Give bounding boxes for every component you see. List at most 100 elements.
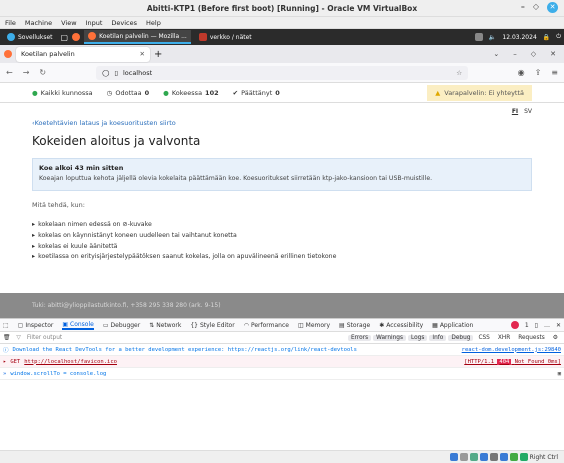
filter-input[interactable]: Filter output xyxy=(27,335,62,341)
lang-sv-link[interactable]: SV xyxy=(524,108,532,115)
filter-debug[interactable]: Debug xyxy=(448,334,474,341)
maximize-icon[interactable]: ◇ xyxy=(533,2,539,13)
menu-view[interactable]: View xyxy=(61,19,76,27)
status-in-exam-label: Kokeessa xyxy=(171,88,203,97)
prompt-chevron-icon: » xyxy=(3,370,7,377)
shared-folders-icon[interactable] xyxy=(499,453,508,461)
close-icon[interactable]: ✕ xyxy=(550,50,556,58)
menu-devices[interactable]: Devices xyxy=(111,19,137,27)
log-source-link[interactable]: react-dom.development.js:29840 xyxy=(462,347,561,353)
list-item[interactable]: ▸ kokelas ei kuule äänitettä xyxy=(32,243,336,250)
recording-icon[interactable] xyxy=(519,453,528,461)
status-finished-count: 0 xyxy=(275,88,280,97)
filter-css[interactable]: CSS xyxy=(475,335,492,341)
close-devtools-icon[interactable]: ✕ xyxy=(556,322,561,329)
expand-arrow-icon[interactable]: ▸ xyxy=(3,359,6,365)
tab-label: Storage xyxy=(346,321,371,329)
filter-info[interactable]: Info xyxy=(429,334,447,341)
settings-gear-icon[interactable]: ⚙ xyxy=(550,335,561,341)
page-title: Kokeiden aloitus ja valvonta xyxy=(32,134,201,148)
taskbar-item-terminal[interactable]: verkko / nätet xyxy=(195,30,256,44)
tab-inspector[interactable]: ▢ Inspector xyxy=(18,322,54,329)
tab-storage[interactable]: ▤ Storage xyxy=(339,322,370,329)
tab-network[interactable]: ⇅ Network xyxy=(149,322,181,329)
back-icon[interactable]: ← xyxy=(6,68,13,77)
status-finished-label: Päättänyt xyxy=(241,88,273,97)
hamburger-menu-icon[interactable]: ≡ xyxy=(551,68,558,77)
firefox-icon xyxy=(88,32,97,40)
lock-icon[interactable]: 🔒 xyxy=(543,34,550,41)
forward-icon[interactable]: → xyxy=(23,68,30,77)
network-adapter-icon[interactable] xyxy=(479,453,488,461)
usb-icon[interactable] xyxy=(489,453,498,461)
console-log-input: » window.scrollTo = console.log ▣ xyxy=(0,368,564,380)
error-count[interactable]: 1 xyxy=(525,322,529,329)
close-tab-icon[interactable]: ✕ xyxy=(140,50,145,58)
url-text: localhost xyxy=(122,68,153,77)
menu-input[interactable]: Input xyxy=(86,19,103,27)
audio-icon[interactable] xyxy=(469,453,478,461)
menu-file[interactable]: File xyxy=(5,19,16,27)
minimize-icon[interactable]: – xyxy=(513,50,517,58)
log-text[interactable]: window.scrollTo = console.log xyxy=(10,371,106,377)
responsive-icon[interactable]: ▯ xyxy=(535,322,538,329)
warning-icon: ▲ xyxy=(435,89,441,97)
new-tab-button[interactable]: + xyxy=(154,49,162,60)
more-icon[interactable]: … xyxy=(544,322,550,329)
hdd-icon[interactable] xyxy=(449,453,458,461)
filter-warnings[interactable]: Warnings xyxy=(373,334,406,341)
log-status-text: Not Found 0ms] xyxy=(514,358,561,365)
backup-server-warning: ▲ Varapalvelin: Ei yhteyttä xyxy=(427,85,532,101)
tab-accessibility[interactable]: ✱ Accessibility xyxy=(379,322,423,329)
tab-label: Network xyxy=(156,321,182,329)
desktop-icon[interactable]: ▢ xyxy=(61,33,69,42)
trash-icon[interactable]: 🗑 xyxy=(3,335,10,341)
close-icon[interactable]: ✕ xyxy=(547,2,558,13)
filter-logs[interactable]: Logs xyxy=(408,334,428,341)
menu-machine[interactable]: Machine xyxy=(25,19,52,27)
apps-menu-button[interactable]: Sovellukset xyxy=(3,30,57,44)
filter-requests[interactable]: Requests xyxy=(515,335,548,341)
firefox-view-icon[interactable] xyxy=(4,50,12,58)
console-log-react: ⓘ Download the React DevTools for a bett… xyxy=(0,344,564,356)
tab-style-editor[interactable]: {} Style Editor xyxy=(190,322,234,329)
green-dot-icon: ● xyxy=(163,88,169,97)
log-method: GET xyxy=(10,358,21,365)
vbox-status-bar: Right Ctrl xyxy=(0,450,564,463)
filter-errors[interactable]: Errors xyxy=(347,334,372,341)
firefox-icon[interactable] xyxy=(72,33,81,41)
menu-help[interactable]: Help xyxy=(146,19,161,27)
tab-debugger[interactable]: ▭ Debugger xyxy=(103,322,140,329)
network-icon[interactable] xyxy=(474,33,483,41)
list-item[interactable]: ▸ kokelas on käynnistänyt koneen uudellee… xyxy=(32,232,336,239)
display-icon[interactable] xyxy=(509,453,518,461)
tab-console[interactable]: ▣ Console xyxy=(62,321,94,330)
list-item[interactable]: ▸ koetilassa on erityisjärjestelypäätökse… xyxy=(32,253,336,260)
share-icon[interactable]: ⇪ xyxy=(535,68,542,77)
lang-fi-link[interactable]: FI xyxy=(512,108,518,115)
back-link[interactable]: ‹Koetehtävien lataus ja koesuoritusten s… xyxy=(32,119,176,127)
tab-memory[interactable]: ◫ Memory xyxy=(298,322,330,329)
log-url-link[interactable]: http://localhost/favicon.ico xyxy=(24,359,117,365)
list-tabs-icon[interactable]: ⌄ xyxy=(493,50,499,58)
reload-icon[interactable]: ↻ xyxy=(39,68,46,77)
split-console-icon[interactable]: ▣ xyxy=(558,371,561,377)
taskbar-item-firefox[interactable]: Koetilan palvelin — Mozilla ... xyxy=(84,30,191,44)
tab-label: Application xyxy=(439,321,474,329)
support-info: Tuki: abitti@ylioppilastutkinto.fi, +358… xyxy=(32,302,221,309)
pick-element-icon[interactable]: ⬚ xyxy=(3,322,9,329)
tab-performance[interactable]: ◠ Performance xyxy=(244,322,289,329)
power-icon[interactable]: ⏻ xyxy=(556,33,561,41)
filter-xhr[interactable]: XHR xyxy=(495,335,513,341)
vbox-menu-bar: File Machine View Input Devices Help xyxy=(0,17,564,29)
maximize-icon[interactable]: ◇ xyxy=(531,50,536,58)
pocket-icon[interactable]: ◉ xyxy=(518,68,525,77)
tab-application[interactable]: ▦ Application xyxy=(432,322,473,329)
minimize-icon[interactable]: – xyxy=(521,2,525,13)
url-bar[interactable]: ◯ ▯ localhost ☆ xyxy=(96,65,469,80)
list-item[interactable]: ▸ kokelaan nimen edessä on ⊘-kuvake xyxy=(32,221,336,228)
optical-drive-icon[interactable] xyxy=(459,453,468,461)
bookmark-star-icon[interactable]: ☆ xyxy=(456,69,462,77)
volume-icon[interactable]: 🔈 xyxy=(489,34,496,41)
tab-koetilan-palvelin[interactable]: Koetilan palvelin ✕ xyxy=(16,46,150,62)
